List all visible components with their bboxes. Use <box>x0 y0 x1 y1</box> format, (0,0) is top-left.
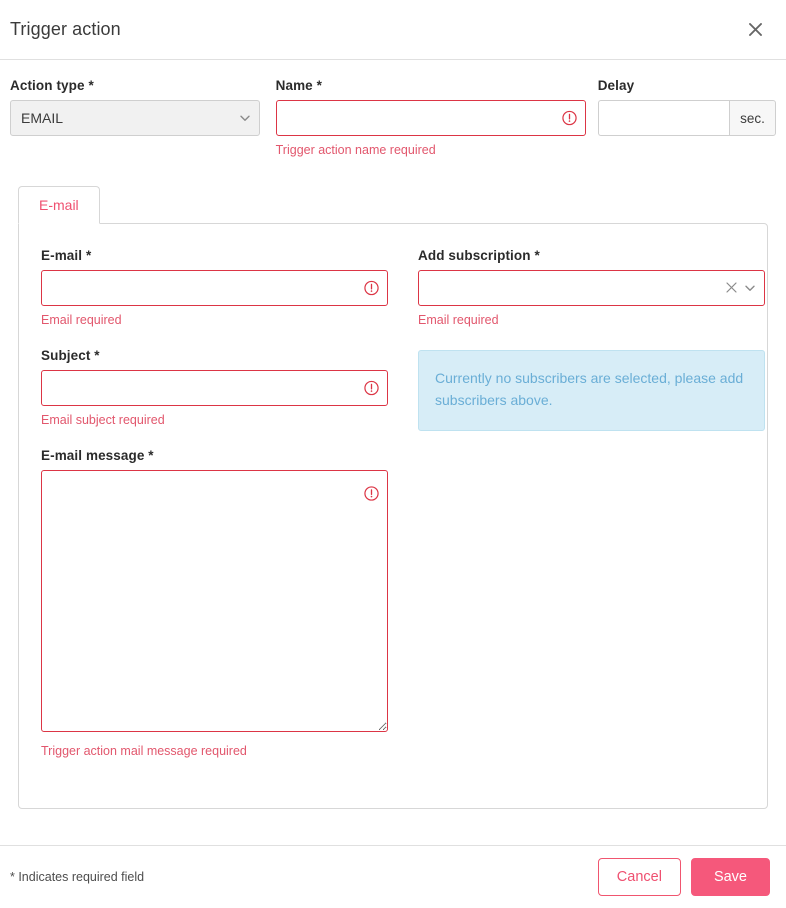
close-icon[interactable] <box>742 17 768 43</box>
clear-icon[interactable] <box>724 282 744 295</box>
trigger-action-dialog: Trigger action Action type * EMAIL Name … <box>0 0 786 908</box>
add-subscription-select[interactable] <box>418 270 765 307</box>
add-subscription-error-message: Email required <box>418 313 499 328</box>
tab-panel-email: E-mail * Email required Subject * Email … <box>18 223 768 810</box>
top-field-row: Action type * EMAIL Name * Trigger actio… <box>10 78 776 158</box>
email-input-wrap <box>41 270 388 307</box>
email-message-error-message: Trigger action mail message required <box>41 744 247 759</box>
panel-left-column: E-mail * Email required Subject * Email … <box>41 248 388 765</box>
add-subscription-label: Add subscription * <box>418 248 540 264</box>
chevron-down-icon[interactable] <box>744 282 756 294</box>
field-name: Name * Trigger action name required <box>275 78 586 158</box>
dialog-header: Trigger action <box>0 0 786 60</box>
email-error-message: Email required <box>41 313 122 328</box>
name-label: Name * <box>275 78 322 93</box>
field-delay: Delay sec. <box>597 78 776 136</box>
close-glyph <box>748 23 762 36</box>
dialog-body: Action type * EMAIL Name * Trigger actio… <box>0 60 786 845</box>
email-message-label: E-mail message * <box>41 448 154 464</box>
subject-error-message: Email subject required <box>41 413 165 428</box>
subject-input[interactable] <box>41 370 388 407</box>
dialog-footer: * Indicates required field Cancel Save <box>0 845 786 908</box>
name-error-message: Trigger action name required <box>275 143 436 157</box>
tab-strip: E-mail <box>18 186 776 225</box>
subject-label: Subject * <box>41 348 100 364</box>
field-action-type: Action type * EMAIL <box>10 78 260 136</box>
tab-email[interactable]: E-mail <box>18 186 100 225</box>
email-message-textarea[interactable] <box>41 470 388 733</box>
email-message-wrap <box>41 470 388 737</box>
delay-unit-suffix: sec. <box>729 100 776 136</box>
email-label: E-mail * <box>41 248 92 264</box>
name-input-wrap <box>275 100 586 136</box>
action-type-label: Action type * <box>10 78 94 93</box>
cancel-button[interactable]: Cancel <box>597 858 681 896</box>
action-type-value: EMAIL <box>21 110 64 126</box>
chevron-down-icon <box>239 112 251 124</box>
panel-columns: E-mail * Email required Subject * Email … <box>41 248 765 765</box>
delay-label: Delay <box>597 78 635 93</box>
delay-input[interactable] <box>597 100 729 136</box>
field-email: E-mail * Email required <box>41 248 388 328</box>
delay-input-group: sec. <box>597 100 776 136</box>
no-subscribers-info: Currently no subscribers are selected, p… <box>418 350 765 431</box>
page-title: Trigger action <box>10 19 121 39</box>
subject-input-wrap <box>41 370 388 407</box>
field-subject: Subject * Email subject required <box>41 348 388 428</box>
field-add-subscription: Add subscription * Email required <box>418 248 765 328</box>
save-button[interactable]: Save <box>690 858 770 896</box>
panel-right-column: Add subscription * Email required Curren… <box>418 248 765 765</box>
field-email-message: E-mail message * Trigger action mail mes… <box>41 448 388 759</box>
name-input[interactable] <box>275 100 586 136</box>
action-type-select[interactable]: EMAIL <box>10 100 260 136</box>
required-field-note: * Indicates required field <box>10 870 145 884</box>
email-input[interactable] <box>41 270 388 307</box>
tabs-area: E-mail E-mail * Email required Subject *… <box>10 186 776 810</box>
